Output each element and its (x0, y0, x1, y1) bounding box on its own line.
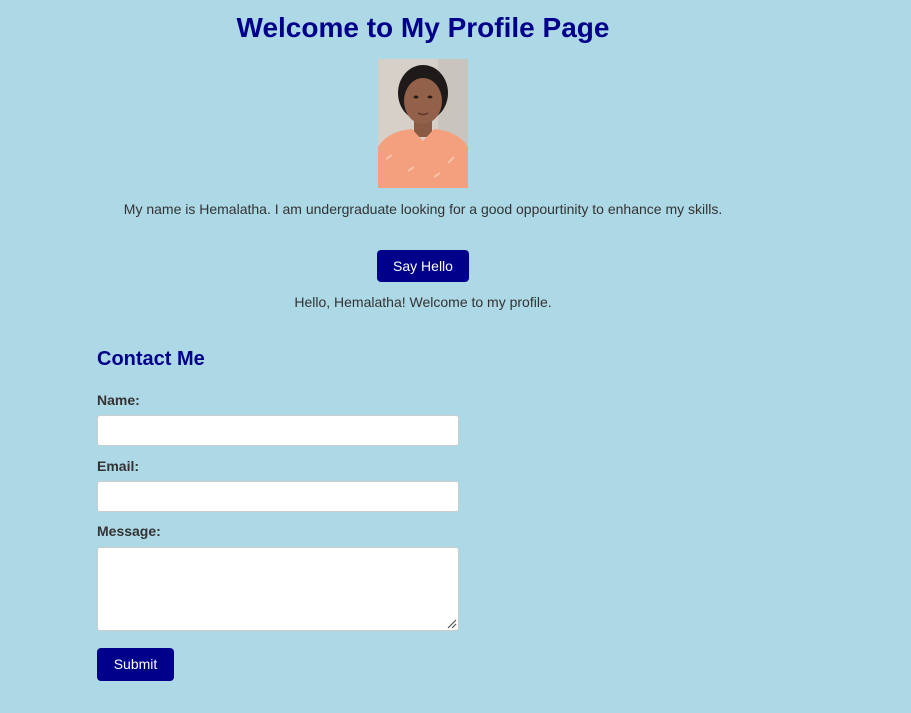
page-title: Welcome to My Profile Page (236, 12, 610, 43)
resize-grip-icon[interactable] (446, 618, 457, 629)
email-label: Email: (97, 458, 140, 474)
greeting-text: Hello, Hemalatha! Welcome to my profile. (294, 294, 552, 310)
contact-title: Contact Me (97, 348, 205, 370)
email-field[interactable] (97, 481, 459, 512)
intro-text: My name is Hemalatha. I am undergraduate… (123, 201, 723, 217)
name-field[interactable] (97, 415, 459, 446)
name-label: Name: (97, 392, 140, 408)
profile-page: Welcome to My Profile Page My name is He… (0, 0, 911, 713)
say-hello-button[interactable]: Say Hello (377, 250, 469, 282)
message-field[interactable] (97, 547, 459, 631)
profile-photo (378, 59, 468, 188)
profile-photo-image (378, 59, 468, 188)
submit-button[interactable]: Submit (97, 648, 174, 681)
message-label: Message: (97, 523, 161, 539)
